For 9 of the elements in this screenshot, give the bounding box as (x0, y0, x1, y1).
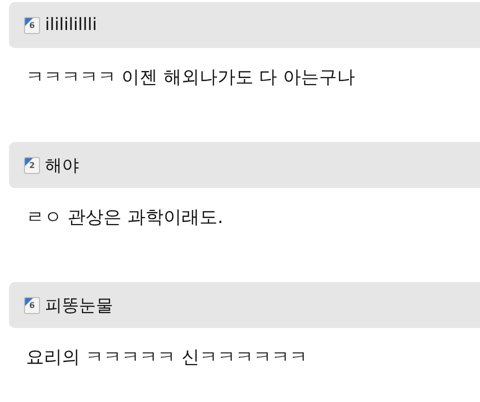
author-name[interactable]: 해야 (45, 154, 79, 176)
level-badge: 6 (24, 16, 40, 34)
level-badge: 2 (24, 156, 40, 174)
author-name[interactable]: ilililillli (45, 15, 97, 35)
comment-text: ㅋㅋㅋㅋㅋ 이젠 해외나가도 다 아는구나 (25, 66, 356, 89)
comment-text: 요리의 ㅋㅋㅋㅋㅋ 신ㅋㅋㅋㅋㅋㅋ (25, 346, 308, 369)
level-badge: 6 (24, 296, 40, 314)
comment-text: ㄹㅇ 관상은 과학이래도. (25, 206, 224, 229)
author-name[interactable]: 피똥눈물 (45, 294, 113, 316)
